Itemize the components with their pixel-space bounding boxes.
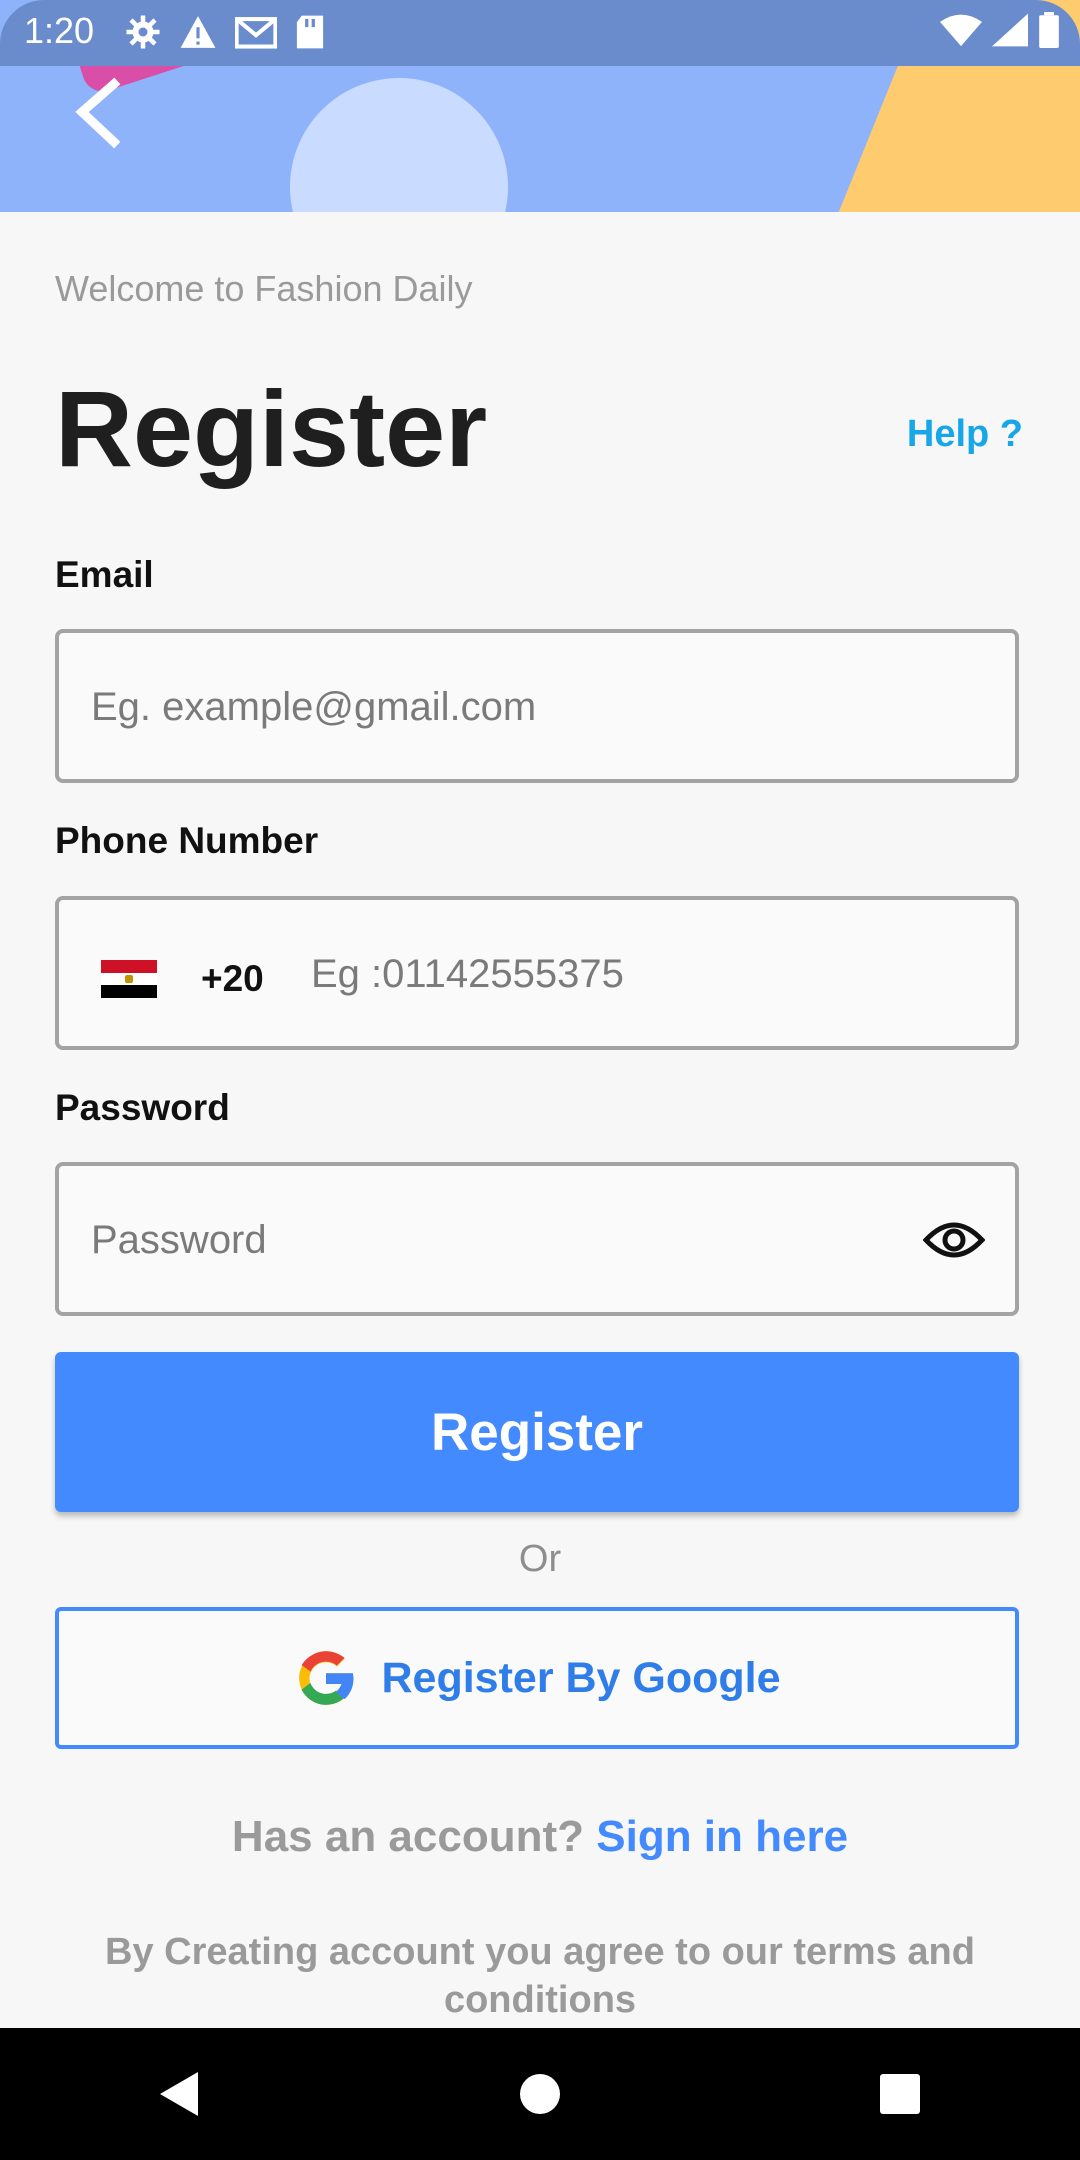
back-triangle-icon <box>160 2072 198 2116</box>
sd-card-icon <box>295 14 325 55</box>
page-title: Register <box>55 368 488 489</box>
password-label: Password <box>55 1087 230 1128</box>
password-field[interactable] <box>89 1166 873 1314</box>
gmail-icon <box>234 14 278 55</box>
decor-circle <box>290 78 508 212</box>
email-field-box <box>55 629 1019 783</box>
nav-back-button[interactable] <box>120 2034 240 2154</box>
terms-text: By Creating account you agree to our ter… <box>105 1931 975 2021</box>
home-circle-icon <box>520 2074 560 2114</box>
phone-field-box: +20 <box>55 896 1019 1050</box>
status-bar: 1:20 <box>0 0 1080 66</box>
help-link[interactable]: Help ? <box>907 413 1023 456</box>
settings-icon <box>125 14 161 55</box>
status-time: 1:20 <box>24 10 95 51</box>
account-prompt: Has an account? Sign in here <box>0 1812 1080 1862</box>
google-register-label: Register By Google <box>381 1653 781 1702</box>
email-field[interactable] <box>89 633 953 781</box>
nav-home-button[interactable] <box>480 2034 600 2154</box>
register-button[interactable]: Register <box>55 1352 1019 1512</box>
chevron-left-icon <box>75 77 121 149</box>
nav-recents-button[interactable] <box>840 2034 960 2154</box>
back-button[interactable] <box>62 76 142 156</box>
warning-icon <box>179 14 217 55</box>
or-divider: Or <box>518 1538 562 1580</box>
eye-icon[interactable] <box>922 1218 986 1262</box>
phone-label: Phone Number <box>55 820 319 861</box>
wifi-icon <box>940 13 982 52</box>
recents-square-icon <box>880 2074 920 2114</box>
phone-field[interactable] <box>309 900 993 1048</box>
email-label: Email <box>55 554 154 595</box>
signal-icon <box>992 13 1028 52</box>
battery-icon <box>1038 12 1060 53</box>
google-icon <box>299 1651 354 1705</box>
google-register-button[interactable]: Register By Google <box>55 1607 1019 1749</box>
password-field-box <box>55 1162 1019 1316</box>
welcome-text: Welcome to Fashion Daily <box>55 268 473 309</box>
egypt-flag-icon[interactable] <box>101 960 157 998</box>
navigation-bar <box>0 2028 1080 2160</box>
account-prompt-text: Has an account? <box>231 1812 585 1861</box>
sign-in-link[interactable]: Sign in here <box>596 1812 848 1861</box>
country-code[interactable]: +20 <box>201 958 264 1000</box>
